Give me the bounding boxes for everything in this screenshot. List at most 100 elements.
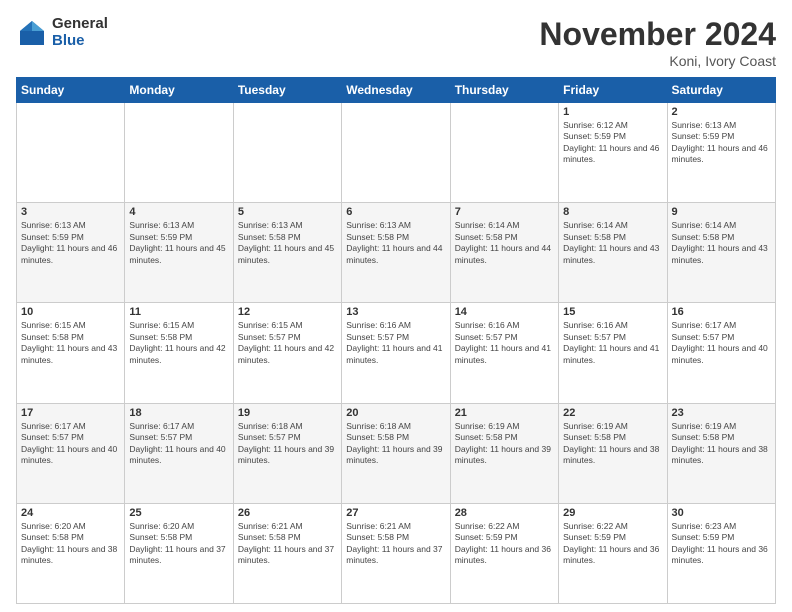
- day-info: Sunrise: 6:13 AMSunset: 5:59 PMDaylight:…: [129, 220, 228, 266]
- day-cell: 18Sunrise: 6:17 AMSunset: 5:57 PMDayligh…: [125, 403, 233, 503]
- day-number: 28: [455, 507, 554, 519]
- day-number: 17: [21, 407, 120, 419]
- day-info: Sunrise: 6:23 AMSunset: 5:59 PMDaylight:…: [672, 521, 771, 567]
- day-info: Sunrise: 6:21 AMSunset: 5:58 PMDaylight:…: [238, 521, 337, 567]
- day-info: Sunrise: 6:20 AMSunset: 5:58 PMDaylight:…: [21, 521, 120, 567]
- day-number: 25: [129, 507, 228, 519]
- day-number: 24: [21, 507, 120, 519]
- day-cell: 8Sunrise: 6:14 AMSunset: 5:58 PMDaylight…: [559, 203, 667, 303]
- day-cell: 27 Sunrise: 6:21 AMSunset: 5:58 PMDayligh…: [342, 503, 450, 603]
- day-cell: 28 Sunrise: 6:22 AMSunset: 5:59 PMDayligh…: [450, 503, 558, 603]
- day-cell: [17, 103, 125, 203]
- day-info: Sunrise: 6:22 AMSunset: 5:59 PMDaylight:…: [563, 521, 662, 567]
- day-number: 7: [455, 206, 554, 218]
- day-info: Sunrise: 6:17 AMSunset: 5:57 PMDaylight:…: [129, 421, 228, 467]
- day-number: 14: [455, 306, 554, 318]
- weekday-header-tuesday: Tuesday: [233, 78, 341, 103]
- day-info: Sunrise: 6:15 AMSunset: 5:58 PMDaylight:…: [21, 320, 120, 366]
- weekday-header-row: SundayMondayTuesdayWednesdayThursdayFrid…: [17, 78, 776, 103]
- day-number: 23: [672, 407, 771, 419]
- day-info: Sunrise: 6:19 AMSunset: 5:58 PMDaylight:…: [563, 421, 662, 467]
- day-info: Sunrise: 6:14 AMSunset: 5:58 PMDaylight:…: [672, 220, 771, 266]
- day-number: 19: [238, 407, 337, 419]
- day-number: 11: [129, 306, 228, 318]
- day-info: Sunrise: 6:22 AMSunset: 5:59 PMDaylight:…: [455, 521, 554, 567]
- day-cell: 24 Sunrise: 6:20 AMSunset: 5:58 PMDayligh…: [17, 503, 125, 603]
- day-info: Sunrise: 6:14 AMSunset: 5:58 PMDaylight:…: [563, 220, 662, 266]
- day-cell: 19Sunrise: 6:18 AMSunset: 5:57 PMDayligh…: [233, 403, 341, 503]
- day-cell: 11 Sunrise: 6:15 AMSunset: 5:58 PMDayligh…: [125, 303, 233, 403]
- day-info: Sunrise: 6:18 AMSunset: 5:58 PMDaylight:…: [346, 421, 445, 467]
- weekday-header-wednesday: Wednesday: [342, 78, 450, 103]
- calendar: SundayMondayTuesdayWednesdayThursdayFrid…: [16, 77, 776, 604]
- calendar-table: SundayMondayTuesdayWednesdayThursdayFrid…: [16, 77, 776, 604]
- day-cell: 16 Sunrise: 6:17 AMSunset: 5:57 PMDayligh…: [667, 303, 775, 403]
- day-info: Sunrise: 6:12 AMSunset: 5:59 PMDaylight:…: [563, 120, 662, 166]
- day-cell: [450, 103, 558, 203]
- day-info: Sunrise: 6:13 AMSunset: 5:58 PMDaylight:…: [346, 220, 445, 266]
- day-cell: 12Sunrise: 6:15 AMSunset: 5:57 PMDayligh…: [233, 303, 341, 403]
- day-cell: 1 Sunrise: 6:12 AMSunset: 5:59 PMDaylight…: [559, 103, 667, 203]
- day-cell: 14 Sunrise: 6:16 AMSunset: 5:57 PMDayligh…: [450, 303, 558, 403]
- day-info: Sunrise: 6:13 AMSunset: 5:59 PMDaylight:…: [21, 220, 120, 266]
- day-cell: 22 Sunrise: 6:19 AMSunset: 5:58 PMDayligh…: [559, 403, 667, 503]
- day-number: 16: [672, 306, 771, 318]
- day-info: Sunrise: 6:16 AMSunset: 5:57 PMDaylight:…: [346, 320, 445, 366]
- day-number: 4: [129, 206, 228, 218]
- day-number: 9: [672, 206, 771, 218]
- day-info: Sunrise: 6:21 AMSunset: 5:58 PMDaylight:…: [346, 521, 445, 567]
- logo-icon: [16, 17, 48, 49]
- day-info: Sunrise: 6:19 AMSunset: 5:58 PMDaylight:…: [672, 421, 771, 467]
- day-number: 30: [672, 507, 771, 519]
- day-info: Sunrise: 6:16 AMSunset: 5:57 PMDaylight:…: [563, 320, 662, 366]
- day-number: 29: [563, 507, 662, 519]
- day-cell: [233, 103, 341, 203]
- header: General Blue November 2024 Koni, Ivory C…: [16, 16, 776, 69]
- day-cell: 17Sunrise: 6:17 AMSunset: 5:57 PMDayligh…: [17, 403, 125, 503]
- day-cell: [342, 103, 450, 203]
- day-cell: 21 Sunrise: 6:19 AMSunset: 5:58 PMDayligh…: [450, 403, 558, 503]
- day-info: Sunrise: 6:13 AMSunset: 5:58 PMDaylight:…: [238, 220, 337, 266]
- weekday-header-monday: Monday: [125, 78, 233, 103]
- month-title: November 2024: [539, 16, 776, 53]
- day-number: 13: [346, 306, 445, 318]
- weekday-header-thursday: Thursday: [450, 78, 558, 103]
- day-cell: 4 Sunrise: 6:13 AMSunset: 5:59 PMDaylight…: [125, 203, 233, 303]
- day-info: Sunrise: 6:13 AMSunset: 5:59 PMDaylight:…: [672, 120, 771, 166]
- day-cell: 13 Sunrise: 6:16 AMSunset: 5:57 PMDayligh…: [342, 303, 450, 403]
- day-info: Sunrise: 6:20 AMSunset: 5:58 PMDaylight:…: [129, 521, 228, 567]
- week-row-3: 10Sunrise: 6:15 AMSunset: 5:58 PMDayligh…: [17, 303, 776, 403]
- logo-general-text: General: [52, 16, 108, 33]
- week-row-2: 3 Sunrise: 6:13 AMSunset: 5:59 PMDaylight…: [17, 203, 776, 303]
- day-number: 6: [346, 206, 445, 218]
- day-info: Sunrise: 6:16 AMSunset: 5:57 PMDaylight:…: [455, 320, 554, 366]
- day-cell: 9 Sunrise: 6:14 AMSunset: 5:58 PMDaylight…: [667, 203, 775, 303]
- day-number: 12: [238, 306, 337, 318]
- day-number: 3: [21, 206, 120, 218]
- logo-blue-text: Blue: [52, 33, 108, 50]
- day-cell: 2 Sunrise: 6:13 AMSunset: 5:59 PMDaylight…: [667, 103, 775, 203]
- title-section: November 2024 Koni, Ivory Coast: [539, 16, 776, 69]
- day-number: 22: [563, 407, 662, 419]
- day-number: 2: [672, 106, 771, 118]
- day-number: 21: [455, 407, 554, 419]
- calendar-header: SundayMondayTuesdayWednesdayThursdayFrid…: [17, 78, 776, 103]
- weekday-header-friday: Friday: [559, 78, 667, 103]
- day-cell: 30 Sunrise: 6:23 AMSunset: 5:59 PMDayligh…: [667, 503, 775, 603]
- day-number: 1: [563, 106, 662, 118]
- day-info: Sunrise: 6:17 AMSunset: 5:57 PMDaylight:…: [672, 320, 771, 366]
- weekday-header-sunday: Sunday: [17, 78, 125, 103]
- day-cell: 25 Sunrise: 6:20 AMSunset: 5:58 PMDayligh…: [125, 503, 233, 603]
- week-row-1: 1 Sunrise: 6:12 AMSunset: 5:59 PMDaylight…: [17, 103, 776, 203]
- location: Koni, Ivory Coast: [539, 53, 776, 69]
- day-number: 26: [238, 507, 337, 519]
- day-info: Sunrise: 6:15 AMSunset: 5:58 PMDaylight:…: [129, 320, 228, 366]
- day-cell: 20Sunrise: 6:18 AMSunset: 5:58 PMDayligh…: [342, 403, 450, 503]
- week-row-5: 24 Sunrise: 6:20 AMSunset: 5:58 PMDayligh…: [17, 503, 776, 603]
- day-info: Sunrise: 6:19 AMSunset: 5:58 PMDaylight:…: [455, 421, 554, 467]
- day-number: 15: [563, 306, 662, 318]
- day-cell: 26 Sunrise: 6:21 AMSunset: 5:58 PMDayligh…: [233, 503, 341, 603]
- day-cell: 29 Sunrise: 6:22 AMSunset: 5:59 PMDayligh…: [559, 503, 667, 603]
- day-number: 27: [346, 507, 445, 519]
- day-cell: 15 Sunrise: 6:16 AMSunset: 5:57 PMDayligh…: [559, 303, 667, 403]
